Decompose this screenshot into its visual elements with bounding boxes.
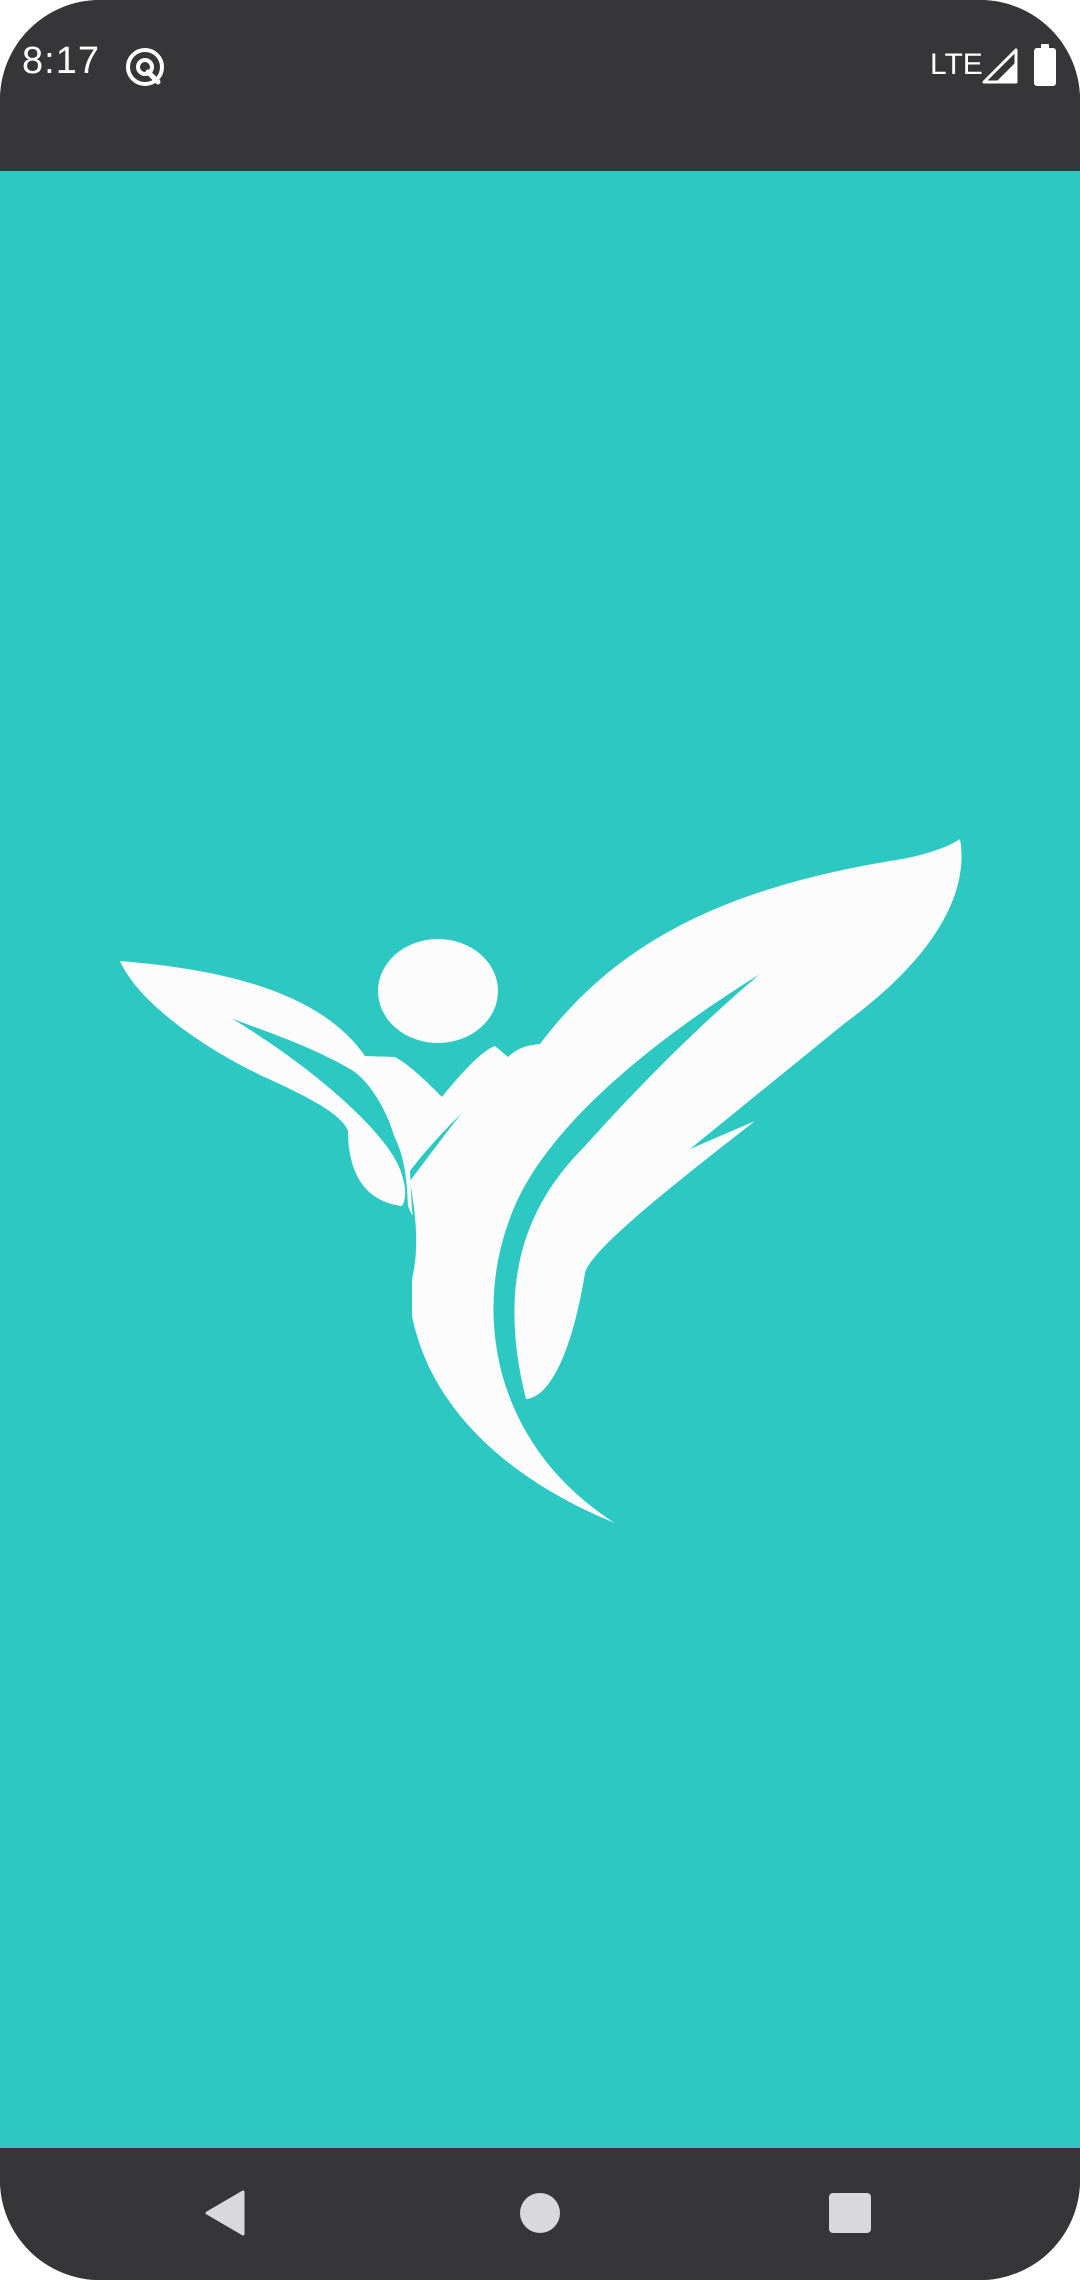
splash-screen: [0, 171, 1080, 2148]
recents-icon: [829, 2193, 871, 2233]
back-button[interactable]: [190, 2178, 260, 2248]
battery-icon: [1034, 44, 1056, 86]
home-icon: [520, 2193, 560, 2233]
navigation-bar: [0, 2148, 1080, 2280]
signal-icon: [982, 48, 1018, 84]
home-button[interactable]: [505, 2178, 575, 2248]
back-icon: [205, 2190, 245, 2236]
status-bar: 8:17 LTE: [0, 0, 1080, 171]
recents-button[interactable]: [815, 2178, 885, 2248]
app-notification-icon: [126, 48, 164, 86]
fitness-figure-logo: [120, 839, 962, 1523]
network-type-label: LTE: [930, 48, 983, 81]
phone-screen: 8:17 LTE: [0, 0, 1080, 2280]
status-time: 8:17: [22, 40, 100, 82]
